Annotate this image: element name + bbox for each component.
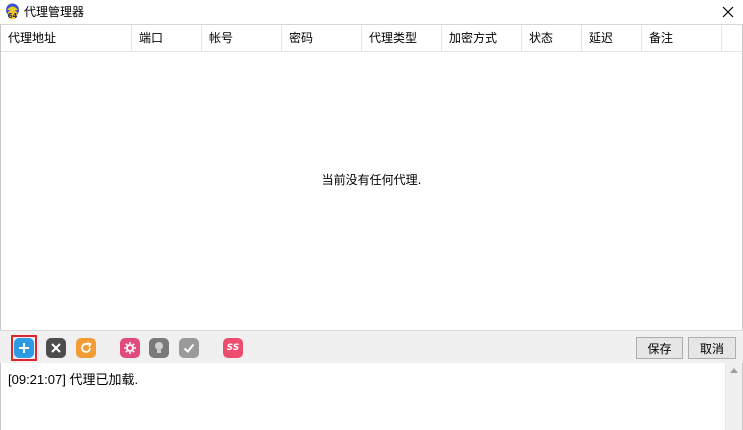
- app-logo-icon: 64: [4, 3, 21, 21]
- tips-button[interactable]: [146, 335, 172, 361]
- column-header-status[interactable]: 状态: [522, 25, 582, 51]
- column-header-proxy-type[interactable]: 代理类型: [362, 25, 442, 51]
- ss-button[interactable]: SS: [220, 335, 246, 361]
- proxy-table[interactable]: 代理地址 端口 帐号 密码 代理类型 加密方式 状态 延迟 备注 当前没有任何代…: [0, 24, 743, 331]
- test-button[interactable]: [176, 335, 202, 361]
- column-header-encryption[interactable]: 加密方式: [442, 25, 522, 51]
- table-header: 代理地址 端口 帐号 密码 代理类型 加密方式 状态 延迟 备注: [1, 25, 742, 52]
- column-header-latency[interactable]: 延迟: [582, 25, 642, 51]
- window-title: 代理管理器: [24, 5, 85, 19]
- add-proxy-button[interactable]: [11, 335, 37, 361]
- refresh-icon: [76, 338, 96, 358]
- title-bar: 64 代理管理器: [0, 0, 743, 24]
- column-header-address[interactable]: 代理地址: [1, 25, 132, 51]
- svg-text:64: 64: [8, 12, 18, 20]
- ss-icon: SS: [223, 338, 243, 358]
- empty-table-message: 当前没有任何代理.: [321, 173, 422, 187]
- refresh-button[interactable]: [73, 335, 99, 361]
- cancel-button[interactable]: 取消: [688, 337, 736, 359]
- save-button[interactable]: 保存: [636, 337, 683, 359]
- close-icon: [722, 6, 734, 18]
- check-icon: [179, 338, 199, 358]
- settings-icon: [120, 338, 140, 358]
- scroll-up-icon[interactable]: [730, 368, 738, 373]
- toolbar: SS 保存 取消: [0, 330, 743, 364]
- delete-icon: [46, 338, 66, 358]
- log-panel[interactable]: [09:21:07] 代理已加载.: [0, 363, 743, 430]
- column-header-port[interactable]: 端口: [132, 25, 202, 51]
- log-line: [09:21:07] 代理已加载.: [8, 372, 139, 387]
- log-scrollbar[interactable]: [725, 363, 742, 430]
- column-header-note[interactable]: 备注: [642, 25, 722, 51]
- add-icon: [14, 338, 34, 358]
- column-header-account[interactable]: 帐号: [202, 25, 282, 51]
- column-header-password[interactable]: 密码: [282, 25, 362, 51]
- close-button[interactable]: [717, 1, 739, 23]
- delete-proxy-button[interactable]: [43, 335, 69, 361]
- settings-button[interactable]: [117, 335, 143, 361]
- bulb-icon: [149, 338, 169, 358]
